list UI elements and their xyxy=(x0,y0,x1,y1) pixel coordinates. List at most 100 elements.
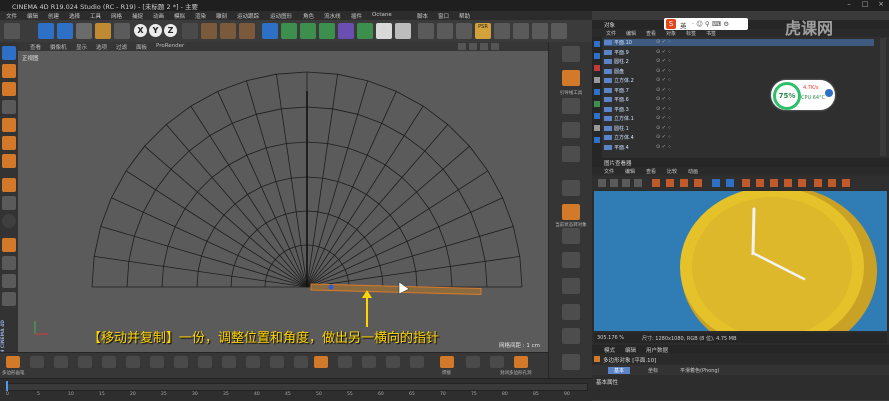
model-icon[interactable] xyxy=(2,64,16,78)
ime-icons[interactable]: · ☺ ⚲ ⌨ ⚙ xyxy=(692,20,729,28)
make-editable-icon[interactable] xyxy=(418,23,434,39)
strip-tool-icon[interactable] xyxy=(562,204,580,220)
rotate-icon[interactable] xyxy=(491,43,499,50)
menu-item[interactable]: 文件 xyxy=(6,12,17,20)
tool-icon[interactable] xyxy=(30,356,44,368)
render-icon[interactable] xyxy=(680,179,688,187)
psr-icon[interactable]: PSR xyxy=(475,23,491,39)
view-icon[interactable] xyxy=(726,179,734,187)
layer-icon[interactable] xyxy=(2,292,16,306)
coordinate-system-icon[interactable] xyxy=(182,23,198,39)
cube-icon[interactable] xyxy=(262,23,278,39)
bridge-icon[interactable] xyxy=(314,356,328,368)
strip-tool-icon[interactable] xyxy=(562,252,580,268)
object-row[interactable]: 圆盘 ⊙ ✓ ⁘ xyxy=(604,68,874,75)
object-menu-item[interactable]: 文件 xyxy=(606,30,616,37)
sidebar-icon[interactable] xyxy=(594,101,600,107)
strip-tool-icon[interactable] xyxy=(562,98,580,114)
tool-icon[interactable] xyxy=(102,356,116,368)
deformer-icon[interactable] xyxy=(338,23,354,39)
live-select-icon[interactable] xyxy=(38,23,54,39)
strip-tool-icon[interactable] xyxy=(562,278,580,294)
menu-item[interactable]: 创建 xyxy=(48,12,59,20)
object-tags-icon[interactable]: ⊙ ✓ ⁘ xyxy=(656,134,672,140)
workplane-icon[interactable] xyxy=(532,23,548,39)
render-image[interactable] xyxy=(594,191,887,331)
maximize-button[interactable]: □ xyxy=(858,0,872,11)
strip-tool-icon[interactable] xyxy=(562,180,580,196)
picture-menu-item[interactable]: 编辑 xyxy=(625,168,635,175)
viewport-menu-item[interactable]: 查看 xyxy=(30,43,41,51)
grid-icon[interactable] xyxy=(2,274,16,288)
object-tags-icon[interactable]: ⊙ ✓ ⁘ xyxy=(656,49,672,55)
attribute-tab[interactable]: 平滑着色(Phong) xyxy=(680,367,720,374)
view-icon[interactable] xyxy=(712,179,720,187)
strip-tool-icon[interactable] xyxy=(562,354,580,370)
object-manager-scrollbar[interactable] xyxy=(880,38,886,156)
object-row[interactable]: 圆柱.2 ⊙ ✓ ⁘ xyxy=(604,58,874,65)
tool-icon[interactable] xyxy=(466,356,480,368)
menu-item[interactable]: 运动图形 xyxy=(270,12,292,20)
menu-item[interactable]: 工具 xyxy=(90,12,101,20)
model-mode-icon[interactable] xyxy=(437,23,453,39)
object-menu-item[interactable]: 编辑 xyxy=(626,30,636,37)
floor-icon[interactable] xyxy=(357,23,373,39)
tool-icon[interactable] xyxy=(386,356,400,368)
menu-item[interactable]: 模拟 xyxy=(174,12,185,20)
transform-icon[interactable] xyxy=(114,23,130,39)
viewport[interactable]: 正视图 网格间距 : 1 cm 【移动并复制】一份，调整位置和角度，做出另一横向… xyxy=(18,51,548,352)
channel-icon[interactable] xyxy=(770,179,778,187)
axis-x-toggle[interactable]: X xyxy=(134,24,147,37)
tool-icon[interactable] xyxy=(126,356,140,368)
tool-icon[interactable] xyxy=(270,356,284,368)
menu-item[interactable]: 帮助 xyxy=(459,12,470,20)
move-icon[interactable] xyxy=(469,43,477,50)
tool-icon[interactable] xyxy=(338,356,352,368)
tool-icon[interactable] xyxy=(622,179,630,187)
object-row[interactable]: 平面.10 ⊙ ✓ ⁘ xyxy=(604,39,874,46)
polygon-pen-icon[interactable] xyxy=(6,356,20,368)
s-icon[interactable] xyxy=(2,214,16,228)
lock-icon[interactable] xyxy=(551,23,567,39)
render-icon[interactable] xyxy=(652,179,660,187)
channel-icon[interactable] xyxy=(828,179,836,187)
texture-axis-icon[interactable] xyxy=(2,100,16,114)
sidebar-icon[interactable] xyxy=(594,89,600,95)
viewport-menu-item[interactable]: ProRender xyxy=(156,43,184,49)
point-mode-icon[interactable] xyxy=(2,118,16,132)
lock-icon[interactable] xyxy=(2,256,16,270)
strip-tool-icon[interactable] xyxy=(562,228,580,244)
object-row[interactable]: 立方体.4 ⊙ ✓ ⁘ xyxy=(604,134,874,141)
attribute-tab[interactable]: 基本 xyxy=(608,367,631,374)
render-icon[interactable] xyxy=(666,179,674,187)
object-tags-icon[interactable]: ⊙ ✓ ⁘ xyxy=(656,58,672,64)
menu-item[interactable]: 编辑 xyxy=(27,12,38,20)
attribute-menu-item[interactable]: 编辑 xyxy=(625,346,636,354)
viewport-menu-item[interactable]: 过滤 xyxy=(116,43,127,51)
object-tags-icon[interactable]: ⊙ ✓ ⁘ xyxy=(656,87,672,93)
pen-icon[interactable] xyxy=(281,23,297,39)
menu-item[interactable]: 角色 xyxy=(303,12,314,20)
object-row[interactable]: 平面.9 ⊙ ✓ ⁘ xyxy=(604,49,874,56)
channel-icon[interactable] xyxy=(784,179,792,187)
sidebar-icon[interactable] xyxy=(594,41,600,47)
picture-menu-item[interactable]: 文件 xyxy=(604,168,614,175)
menu-item[interactable]: 运动跟踪 xyxy=(237,12,259,20)
viewport-menu-item[interactable]: 选项 xyxy=(96,43,107,51)
zoom-icon[interactable] xyxy=(480,43,488,50)
channel-icon[interactable] xyxy=(742,179,750,187)
attribute-menu-item[interactable]: 用户数据 xyxy=(646,346,668,354)
camera-icon[interactable] xyxy=(376,23,392,39)
sidebar-icon[interactable] xyxy=(594,77,600,83)
sidebar-icon[interactable] xyxy=(594,137,600,143)
render-picture-viewer-icon[interactable] xyxy=(220,23,236,39)
render-icon[interactable] xyxy=(694,179,702,187)
channel-icon[interactable] xyxy=(756,179,764,187)
tool-icon[interactable] xyxy=(54,356,68,368)
snap-icon[interactable] xyxy=(2,196,16,210)
render-settings-icon[interactable] xyxy=(239,23,255,39)
timeline[interactable]: 0 5 10 15 20 25 30 35 40 45 50 55 60 65 70 75 80 85 90 xyxy=(0,378,592,401)
close-polygon-hole-icon[interactable] xyxy=(514,356,528,368)
arrow-icon[interactable] xyxy=(825,89,833,97)
object-tags-icon[interactable]: ⊙ ✓ ⁘ xyxy=(656,68,672,74)
